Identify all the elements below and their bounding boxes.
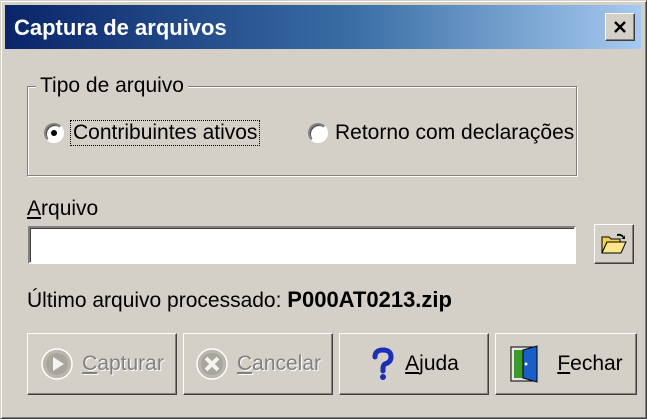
cancel-button-label: Cancelar: [236, 352, 322, 375]
exit-button-label: Fechar: [557, 352, 623, 375]
radio-retorno-declaracoes[interactable]: Retorno com declarações: [308, 121, 574, 145]
play-icon: [40, 347, 74, 381]
close-icon: [614, 21, 626, 33]
open-folder-icon: [601, 233, 627, 254]
window-title: Captura de arquivos: [14, 15, 227, 40]
exit-button[interactable]: Fechar: [495, 333, 637, 395]
help-button[interactable]: Ajuda: [339, 333, 489, 395]
title-bar[interactable]: Captura de arquivos: [5, 5, 641, 49]
radio-label: Contribuintes ativos: [69, 120, 261, 146]
file-type-legend: Tipo de arquivo: [36, 74, 188, 98]
capture-button-label: Capturar: [82, 352, 164, 375]
radio-selected-icon: [44, 123, 64, 143]
radio-label: Retorno com declarações: [335, 121, 575, 144]
radio-contribuintes-ativos[interactable]: Contribuintes ativos: [44, 120, 261, 146]
capture-dialog: Captura de arquivos Tipo de arquivo Cont…: [0, 0, 647, 419]
question-mark-icon: [369, 347, 397, 381]
cancel-button[interactable]: Cancelar: [183, 333, 333, 395]
last-processed-label: Último arquivo processado:: [27, 289, 282, 312]
close-window-button[interactable]: [605, 13, 635, 41]
help-button-label: Ajuda: [405, 352, 459, 375]
file-type-group: Tipo de arquivo Contribuintes ativos Ret…: [27, 74, 577, 176]
last-processed-info: Último arquivo processado: P000AT0213.zi…: [27, 287, 452, 313]
file-field-label: Arquivo: [27, 197, 99, 220]
browse-file-button[interactable]: [594, 224, 634, 264]
last-processed-value: P000AT0213.zip: [287, 287, 452, 312]
exit-door-icon: [509, 345, 549, 383]
radio-unselected-icon: [308, 123, 328, 143]
cancel-x-icon: [195, 347, 229, 381]
capture-button[interactable]: Capturar: [27, 333, 177, 395]
file-path-input[interactable]: [28, 226, 576, 264]
